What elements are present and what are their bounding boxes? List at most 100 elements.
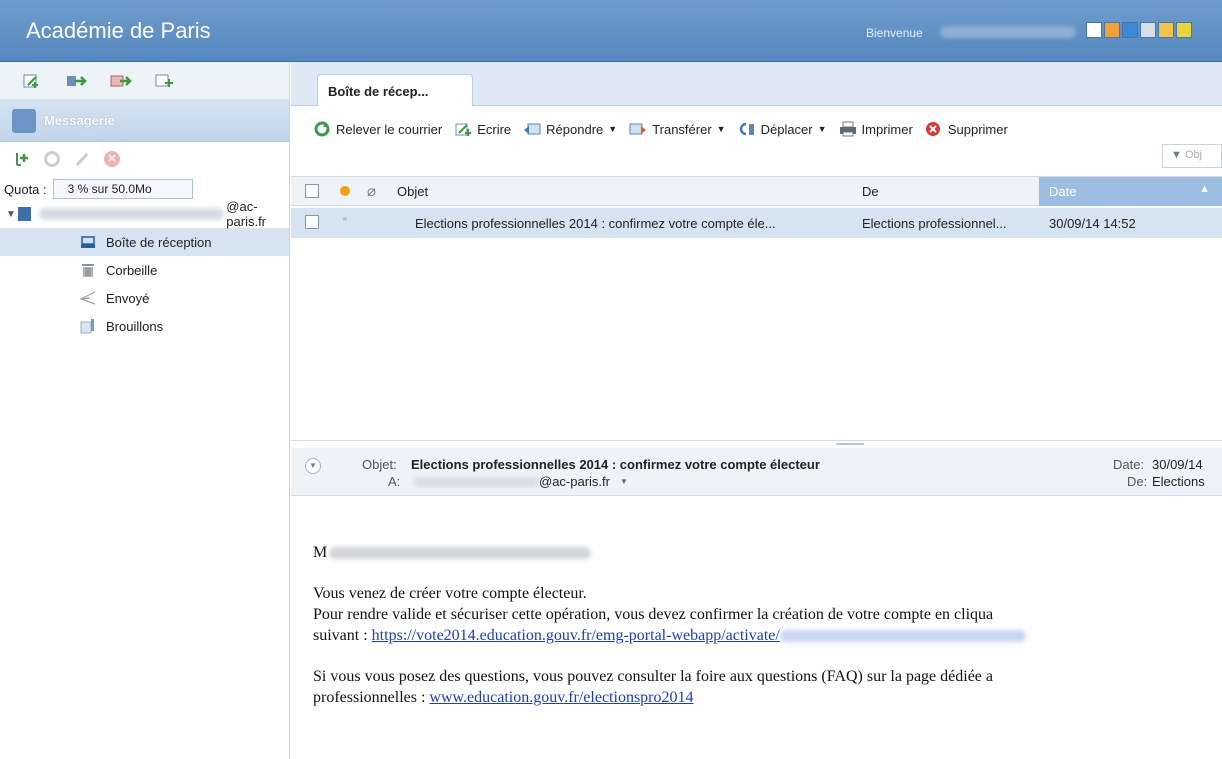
attachment-column-icon[interactable]: ⌀: [367, 182, 376, 200]
move-mail-icon[interactable]: [110, 73, 132, 89]
date-label: Date:: [1113, 457, 1145, 472]
recipient-dropdown-icon[interactable]: ▼: [620, 477, 628, 486]
message-body: M Vous venez de créer votre compte élect…: [313, 542, 1222, 708]
read-status-icon[interactable]: [343, 217, 347, 221]
pane-splitter[interactable]: [291, 440, 1222, 448]
folder-drafts[interactable]: Brouillons: [0, 312, 289, 340]
body-line-2: Pour rendre valide et sécuriser cette op…: [313, 606, 994, 623]
column-from[interactable]: De: [862, 184, 879, 199]
recipient-name-redacted: [413, 477, 539, 487]
account-icon: [18, 207, 31, 221]
tab-strip: Boîte de récep...: [291, 62, 1222, 106]
rename-folder-icon[interactable]: [74, 151, 90, 167]
folder-inbox[interactable]: Boîte de réception: [0, 228, 289, 256]
unread-column-icon[interactable]: [340, 186, 350, 196]
top-bar: Académie de Paris Bienvenue: [0, 0, 1222, 62]
drafts-icon: [80, 318, 96, 334]
quota-value: 3 % sur 50.0Mo: [52, 179, 193, 199]
account-email-domain: @ac-paris.fr: [226, 199, 267, 229]
forward-dropdown-icon[interactable]: ▼: [717, 124, 726, 134]
filter-placeholder: Obj: [1184, 149, 1203, 161]
fetch-mail-button[interactable]: Relever le courrier: [313, 121, 442, 137]
body-line-3: suivant : https://vote2014.education.gou…: [313, 625, 1222, 646]
app-title: Académie de Paris: [26, 18, 211, 43]
subject-label: Objet:: [362, 457, 397, 472]
theme-swatch-grey[interactable]: [1140, 22, 1156, 38]
row-subject: Elections professionnelles 2014 : confir…: [415, 216, 776, 231]
faq-link[interactable]: www.education.gouv.fr/electionspro2014: [429, 689, 693, 706]
welcome-text: Bienvenue: [866, 26, 923, 40]
preview-header: ▼ Objet: Elections professionnelles 2014…: [291, 448, 1222, 496]
preview-subject: Elections professionnelles 2014 : confir…: [411, 457, 820, 472]
printer-icon: [839, 121, 857, 137]
write-button[interactable]: Ecrire: [454, 121, 511, 137]
sidebar-toolbar: [0, 62, 289, 100]
greeting-initial: M: [313, 544, 328, 561]
reply-button[interactable]: Répondre ▼: [523, 121, 617, 137]
move-icon: [738, 121, 756, 137]
theme-swatch-orange[interactable]: [1104, 22, 1120, 38]
filter-input[interactable]: ▼ Obj: [1162, 144, 1222, 168]
column-date[interactable]: Date ▲: [1039, 177, 1222, 206]
theme-swatch-white[interactable]: [1086, 22, 1102, 38]
theme-swatch-lime[interactable]: [1176, 22, 1192, 38]
folder-sent[interactable]: Envoyé: [0, 284, 289, 312]
messagerie-icon: [12, 108, 36, 133]
import-icon[interactable]: [154, 73, 176, 89]
quota-label: Quota :: [4, 181, 47, 197]
trash-icon: [80, 262, 96, 278]
move-dropdown-icon[interactable]: ▼: [818, 124, 827, 134]
row-date: 30/09/14 14:52: [1049, 216, 1136, 231]
folder-label: Boîte de réception: [106, 234, 212, 250]
body-line-1: Vous venez de créer votre compte électeu…: [313, 585, 587, 602]
delete-button[interactable]: Supprimer: [925, 121, 1008, 137]
activation-link[interactable]: https://vote2014.education.gouv.fr/emg-p…: [372, 627, 780, 644]
write-label: Ecrire: [477, 121, 512, 137]
folder-label: Brouillons: [106, 318, 164, 334]
delete-folder-icon[interactable]: ✕: [104, 151, 120, 167]
print-button[interactable]: Imprimer: [839, 121, 913, 137]
collapse-header-icon[interactable]: ▼: [305, 458, 321, 474]
sort-ascending-icon: ▲: [1199, 183, 1210, 195]
theme-swatch-yellow[interactable]: [1158, 22, 1174, 38]
folder-settings-icon[interactable]: [44, 151, 60, 167]
table-row[interactable]: Elections professionnelles 2014 : confir…: [291, 208, 1222, 238]
forward-arrow-icon[interactable]: [66, 73, 88, 89]
column-subject[interactable]: Objet: [397, 184, 428, 199]
activation-token-redacted[interactable]: [779, 630, 1026, 643]
reply-dropdown-icon[interactable]: ▼: [608, 124, 617, 134]
expand-triangle-icon[interactable]: ▼: [6, 209, 18, 220]
compose-icon[interactable]: [22, 73, 44, 89]
column-date-label: Date: [1049, 184, 1077, 199]
folder-label: Envoyé: [106, 290, 150, 306]
splitter-grip[interactable]: [836, 443, 864, 445]
main-pane: Boîte de récep... Relever le courrier Ec…: [291, 62, 1222, 759]
sent-icon: [79, 290, 96, 306]
greeting-line: M: [313, 542, 1222, 563]
mail-toolbar: Relever le courrier Ecrire Répondre ▼ Tr…: [291, 106, 1222, 152]
account-row[interactable]: ▼ @ac-paris.fr: [0, 199, 289, 229]
sidebar: Messagerie ✕ Quota : 3 % sur 50.0Mo ▼ @a…: [0, 62, 290, 759]
theme-swatch-blue[interactable]: [1122, 22, 1138, 38]
print-label: Imprimer: [861, 121, 913, 137]
delete-label: Supprimer: [947, 121, 1008, 137]
user-name-redacted: [940, 26, 1076, 38]
tab-inbox[interactable]: Boîte de récep...: [317, 74, 473, 106]
move-button[interactable]: Déplacer ▼: [738, 121, 827, 137]
messagerie-label: Messagerie: [44, 113, 115, 128]
row-from: Elections professionnel...: [862, 216, 1007, 231]
preview-from: Elections: [1152, 474, 1205, 489]
folder-trash[interactable]: Corbeille: [0, 256, 289, 284]
body-line-4: Si vous vous posez des questions, vous p…: [313, 668, 994, 685]
messagerie-header[interactable]: Messagerie: [0, 100, 289, 142]
select-all-checkbox[interactable]: [305, 184, 319, 198]
recipient-email-domain[interactable]: @ac-paris.fr: [539, 474, 610, 489]
folder-label: Corbeille: [106, 262, 158, 278]
greeting-name-redacted: [329, 547, 592, 560]
filter-icon[interactable]: ▼: [1171, 149, 1182, 161]
forward-button[interactable]: Transférer ▼: [629, 121, 726, 137]
new-folder-icon[interactable]: [14, 151, 30, 167]
reply-icon: [523, 121, 541, 137]
body-line-3-prefix: suivant :: [313, 627, 372, 644]
row-checkbox[interactable]: [305, 215, 319, 229]
